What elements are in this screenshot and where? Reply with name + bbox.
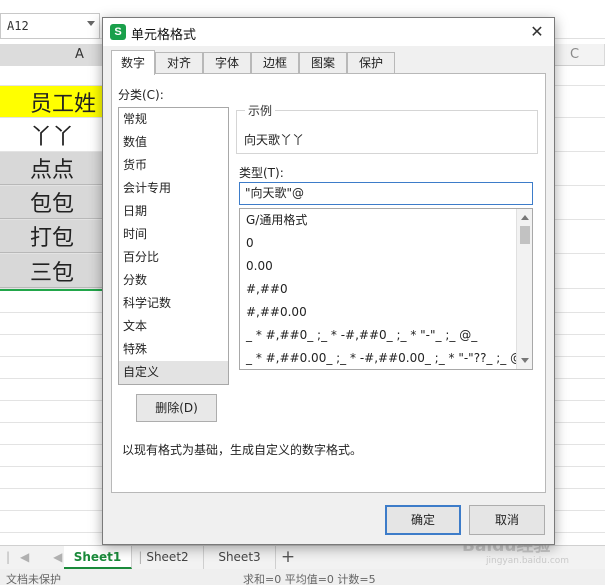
tab-protection[interactable]: 保护 — [347, 52, 395, 74]
list-item[interactable]: 0 — [240, 232, 516, 255]
list-item[interactable]: 百分比 — [119, 246, 228, 269]
sheet-tab-1[interactable]: Sheet1 — [64, 546, 132, 569]
sample-group: 示例 向天歌丫丫 — [236, 102, 538, 154]
dialog-title: 单元格格式 — [131, 28, 197, 43]
list-item[interactable]: 文本 — [119, 315, 228, 338]
list-item[interactable]: G/通用格式 — [240, 209, 516, 232]
format-list[interactable]: G/通用格式 0 0.00 #,##0 #,##0.00 _ * #,##0_ … — [239, 208, 533, 370]
sheet-tab-3[interactable]: Sheet3 — [204, 546, 276, 569]
list-item[interactable]: _ * #,##0.00_ ;_ * -#,##0.00_ ;_ * "-"??… — [240, 347, 516, 369]
list-item[interactable]: #,##0.00 — [240, 301, 516, 324]
list-item[interactable]: 0.00 — [240, 255, 516, 278]
scroll-up-icon[interactable] — [521, 215, 529, 220]
format-list-scrollbar[interactable] — [516, 209, 532, 369]
list-item-selected[interactable]: 自定义 — [119, 361, 228, 384]
number-tab-panel: 分类(C): 常规 数值 货币 会计专用 日期 时间 百分比 分数 科学记数 文… — [111, 73, 546, 493]
close-icon[interactable]: ✕ — [520, 18, 554, 46]
add-sheet-icon[interactable]: + — [279, 546, 297, 569]
name-box[interactable]: A12 — [0, 13, 100, 39]
ok-button[interactable]: 确定 — [385, 505, 461, 535]
category-label: 分类(C): — [118, 88, 164, 102]
delete-button[interactable]: 删除(D) — [136, 394, 217, 422]
chevron-down-icon[interactable] — [87, 21, 95, 26]
dialog-titlebar[interactable]: S 单元格格式 ✕ — [103, 18, 554, 46]
list-item[interactable]: 货币 — [119, 154, 228, 177]
tab-number[interactable]: 数字 — [111, 50, 155, 75]
list-item[interactable]: _ * #,##0_ ;_ * -#,##0_ ;_ * "-"_ ;_ @_ — [240, 324, 516, 347]
list-item[interactable]: 常规 — [119, 108, 228, 131]
tab-border[interactable]: 边框 — [251, 52, 299, 74]
status-protection: 文档未保护 — [6, 573, 61, 585]
sheet-tab-2[interactable]: Sheet2 — [132, 546, 204, 569]
list-item[interactable]: 科学记数 — [119, 292, 228, 315]
cancel-button[interactable]: 取消 — [469, 505, 545, 535]
category-list[interactable]: 常规 数值 货币 会计专用 日期 时间 百分比 分数 科学记数 文本 特殊 自定… — [118, 107, 229, 385]
list-item[interactable]: 特殊 — [119, 338, 228, 361]
list-item[interactable]: 时间 — [119, 223, 228, 246]
list-item[interactable]: 日期 — [119, 200, 228, 223]
format-cells-dialog: S 单元格格式 ✕ 数字 对齐 字体 边框 图案 保护 分类(C): 常规 数值… — [102, 17, 555, 545]
list-item[interactable]: 会计专用 — [119, 177, 228, 200]
wps-app-icon: S — [110, 24, 126, 40]
list-item[interactable]: 分数 — [119, 269, 228, 292]
scroll-down-icon[interactable] — [521, 358, 529, 363]
name-box-value: A12 — [7, 19, 29, 33]
tab-pattern[interactable]: 图案 — [299, 52, 347, 74]
status-bar: 文档未保护 求和=0 平均值=0 计数=5 — [0, 569, 605, 585]
list-item[interactable]: 数值 — [119, 131, 228, 154]
scroll-thumb[interactable] — [520, 226, 530, 244]
watermark-subtext: jingyan.baidu.com — [486, 556, 570, 566]
sample-value: 向天歌丫丫 — [244, 133, 305, 147]
status-summary: 求和=0 平均值=0 计数=5 — [243, 573, 376, 585]
sample-label: 示例 — [245, 102, 276, 119]
type-input[interactable]: "向天歌"@ — [239, 182, 533, 205]
type-label: 类型(T): — [239, 166, 284, 180]
list-item[interactable]: #,##0 — [240, 278, 516, 301]
tab-alignment[interactable]: 对齐 — [155, 52, 203, 74]
tab-font[interactable]: 字体 — [203, 52, 251, 74]
custom-format-hint: 以现有格式为基础，生成自定义的数字格式。 — [122, 443, 363, 457]
